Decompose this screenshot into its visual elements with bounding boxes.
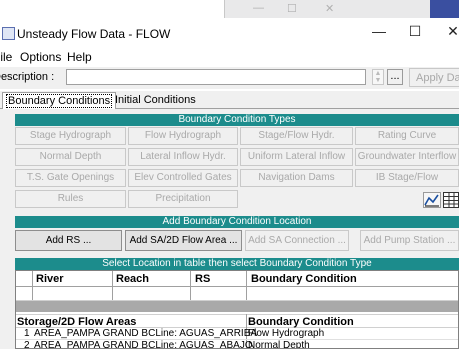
menu-file[interactable]: File <box>0 50 12 64</box>
table-separator-row <box>16 301 458 312</box>
column-reach: Reach <box>116 273 150 285</box>
stage-hydrograph-button[interactable]: Stage Hydrograph <box>15 127 126 145</box>
window-title: Unsteady Flow Data - FLOW <box>17 27 171 41</box>
table-row[interactable]: 2 AREA_PAMPA GRAND BCLine: AGUAS_ABAJO N… <box>16 340 458 349</box>
tab-boundary-conditions[interactable]: Boundary Conditions <box>2 92 117 110</box>
stage-flow-hydr-button[interactable]: Stage/Flow Hydr. <box>240 127 353 145</box>
elev-controlled-gates-button[interactable]: Elev Controlled Gates <box>128 169 238 187</box>
column-river: River <box>36 273 64 285</box>
row-number: 1 <box>24 328 30 339</box>
background-window-titlebar: — ☐ ✕ <box>224 0 459 18</box>
add-sa-connection-button[interactable]: Add SA Connection ... <box>245 230 349 251</box>
storage-areas-header: Storage/2D Flow Areas <box>17 316 137 328</box>
table-header-row: River Reach RS Boundary Condition <box>16 271 458 287</box>
add-sa-2d-flow-area-button[interactable]: Add SA/2D Flow Area ... <box>125 230 242 251</box>
boundary-types-header: Boundary Condition Types <box>15 114 459 126</box>
background-maximize-icon: ☐ <box>287 3 297 15</box>
precipitation-button[interactable]: Precipitation <box>128 190 238 208</box>
table-instruction-header: Select Location in table then select Bou… <box>15 258 459 270</box>
uniform-lateral-inflow-button[interactable]: Uniform Lateral Inflow <box>240 148 353 166</box>
plot-icon[interactable] <box>423 192 441 208</box>
groundwater-interflow-button[interactable]: Groundwater Interflow <box>355 148 459 166</box>
table-row[interactable] <box>16 287 458 301</box>
rating-curve-button[interactable]: Rating Curve <box>355 127 459 145</box>
window-titlebar: Unsteady Flow Data - FLOW — ☐ ✕ <box>0 19 459 48</box>
row-boundary-condition: Normal Depth <box>248 340 310 349</box>
menu-options[interactable]: Options <box>20 50 61 64</box>
row-number: 2 <box>24 340 30 349</box>
normal-depth-button[interactable]: Normal Depth <box>15 148 126 166</box>
add-pump-station-button[interactable]: Add Pump Station ... <box>360 230 459 251</box>
row-boundary-condition: Flow Hydrograph <box>248 328 325 339</box>
lateral-inflow-hydr-button[interactable]: Lateral Inflow Hydr. <box>128 148 238 166</box>
apply-data-button[interactable]: Apply Data <box>409 68 459 87</box>
ts-gate-openings-button[interactable]: T.S. Gate Openings <box>15 169 126 187</box>
close-button[interactable]: ✕ <box>440 23 459 40</box>
app-icon <box>2 27 15 40</box>
add-location-header: Add Boundary Condition Location <box>15 216 459 228</box>
column-boundary-condition: Boundary Condition <box>251 273 357 285</box>
menu-help[interactable]: Help <box>67 50 92 64</box>
description-label: Description : <box>0 71 55 83</box>
tab-initial-conditions[interactable]: Initial Conditions <box>112 92 199 108</box>
description-row: Description : ▲▼ ... Apply Data <box>0 67 459 89</box>
storage-header-row: Storage/2D Flow Areas Boundary Condition <box>16 314 458 328</box>
column-rs: RS <box>195 273 211 285</box>
storage-bc-header: Boundary Condition <box>248 316 354 328</box>
row-location: AREA_PAMPA GRAND BCLine: AGUAS_ARRIBA <box>34 328 258 339</box>
background-close-icon: ✕ <box>325 3 335 15</box>
minimize-button[interactable]: — <box>366 23 392 39</box>
maximize-button[interactable]: ☐ <box>402 23 428 40</box>
boundary-table[interactable]: River Reach RS Boundary Condition Storag… <box>15 270 459 349</box>
menu-bar: File Options Help <box>0 48 459 65</box>
background-minimize-icon: — <box>253 2 264 14</box>
add-rs-button[interactable]: Add RS ... <box>15 230 122 251</box>
background-window-strip <box>430 0 459 18</box>
flow-hydrograph-button[interactable]: Flow Hydrograph <box>128 127 238 145</box>
description-input[interactable] <box>66 69 366 85</box>
tab-strip: Boundary Conditions Initial Conditions <box>0 91 459 110</box>
tab-boundary-conditions-label: Boundary Conditions <box>6 94 113 108</box>
row-location: AREA_PAMPA GRAND BCLine: AGUAS_ABAJO <box>34 340 253 349</box>
description-browse-button[interactable]: ... <box>387 69 403 85</box>
description-spinner[interactable]: ▲ ▼ <box>372 69 384 85</box>
table-row[interactable]: 1 AREA_PAMPA GRAND BCLine: AGUAS_ARRIBA … <box>16 328 458 340</box>
rules-button[interactable]: Rules <box>15 190 126 208</box>
table-icon[interactable] <box>443 192 459 208</box>
ib-stage-flow-button[interactable]: IB Stage/Flow <box>355 169 459 187</box>
navigation-dams-button[interactable]: Navigation Dams <box>240 169 353 187</box>
